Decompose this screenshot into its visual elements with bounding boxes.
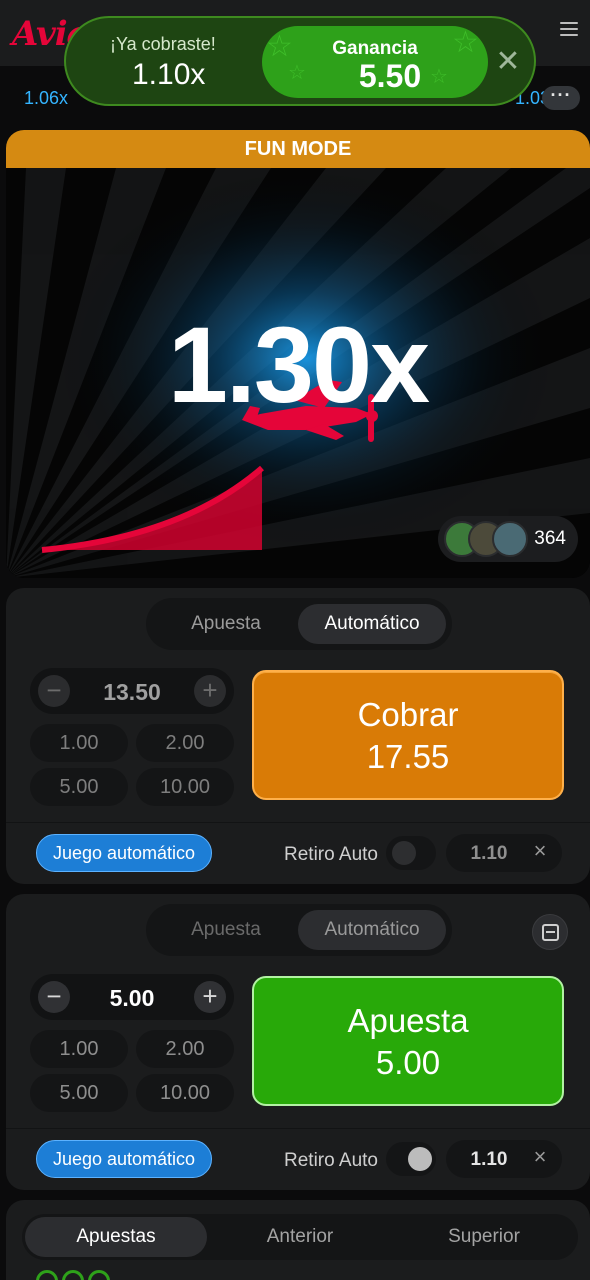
auto-cashout-value[interactable]: 1.10: [446, 843, 532, 865]
quick-amount-button[interactable]: 5.00: [30, 768, 128, 806]
divider: [6, 822, 590, 823]
clear-icon[interactable]: ×: [528, 1145, 552, 1169]
auto-cashout-field[interactable]: 1.10 ×: [446, 834, 562, 872]
hamburger-menu-icon[interactable]: [560, 22, 578, 38]
toast-win-value: 5.50: [358, 58, 422, 94]
bet-mode-tabs: Apuesta Automático: [146, 904, 452, 956]
bet-mode-tabs: Apuesta Automático: [146, 598, 452, 650]
bet-amount-stepper: − 13.50 +: [30, 668, 234, 714]
fun-mode-banner: FUN MODE: [6, 130, 590, 168]
list-preview: [36, 1270, 116, 1280]
clear-icon[interactable]: ×: [528, 839, 552, 863]
cashout-toast: ¡Ya cobraste! 1.10x ☆ ☆ ☆ ☆ Ganancia 5.5…: [64, 16, 536, 106]
history-item: 1.06x: [24, 88, 69, 108]
quick-amount-button[interactable]: 5.00: [30, 1074, 128, 1112]
bets-tabs: Apuestas Anterior Superior: [22, 1214, 578, 1260]
close-icon[interactable]: ✕: [494, 47, 522, 77]
auto-cashout-field[interactable]: 1.10 ×: [446, 1140, 562, 1178]
quick-amount-button[interactable]: 2.00: [136, 1030, 234, 1068]
auto-cashout-toggle[interactable]: [386, 1142, 436, 1176]
toast-win-badge: ☆ ☆ ☆ ☆ Ganancia 5.50: [262, 26, 488, 98]
auto-cashout-value[interactable]: 1.10: [446, 1149, 532, 1171]
current-multiplier: 1.30x: [167, 304, 430, 425]
remove-panel-button[interactable]: [532, 914, 568, 950]
increase-button[interactable]: +: [194, 981, 226, 1013]
auto-play-button[interactable]: Juego automático: [36, 834, 212, 872]
tab-apuestas[interactable]: Apuestas: [25, 1217, 207, 1257]
cashout-amount: 17.55: [366, 738, 450, 775]
tab-superior[interactable]: Superior: [393, 1217, 575, 1257]
players-count: 364: [534, 528, 566, 549]
divider: [6, 1128, 590, 1129]
toggle-knob: [408, 1147, 432, 1171]
auto-cashout-label: Retiro Auto: [284, 1150, 378, 1171]
toast-label: ¡Ya cobraste!: [110, 34, 216, 54]
quick-amount-button[interactable]: 1.00: [30, 724, 128, 762]
quick-amount-button[interactable]: 2.00: [136, 724, 234, 762]
players-indicator[interactable]: 364: [438, 516, 578, 562]
bets-section: Apuestas Anterior Superior: [6, 1200, 590, 1280]
minus-square-icon: [542, 924, 559, 941]
tab-anterior[interactable]: Anterior: [209, 1217, 391, 1257]
place-bet-button[interactable]: Apuesta 5.00: [252, 976, 564, 1106]
toast-win-label: Ganancia: [332, 38, 418, 59]
cashout-button[interactable]: Cobrar 17.55: [252, 670, 564, 800]
bet-amount-stepper: − 5.00 +: [30, 974, 234, 1020]
bet-panel-1: Apuesta Automático − 13.50 + 1.00 2.00 5…: [6, 588, 590, 884]
avatar: [492, 521, 528, 557]
cashout-label: Cobrar: [357, 696, 459, 733]
tab-automatico[interactable]: Automático: [298, 910, 446, 950]
quick-amount-button[interactable]: 10.00: [136, 768, 234, 806]
auto-play-button[interactable]: Juego automático: [36, 1140, 212, 1178]
game-area: FUN MODE 1.30x 364: [6, 130, 590, 578]
increase-button[interactable]: +: [194, 675, 226, 707]
auto-cashout-label: Retiro Auto: [284, 844, 378, 865]
tab-apuesta[interactable]: Apuesta: [152, 604, 300, 644]
bet-amount: 5.00: [375, 1044, 441, 1081]
toggle-knob: [392, 841, 416, 865]
toast-multiplier: 1.10x: [132, 58, 206, 91]
quick-amount-button[interactable]: 10.00: [136, 1074, 234, 1112]
tab-apuesta[interactable]: Apuesta: [152, 910, 300, 950]
quick-amount-button[interactable]: 1.00: [30, 1030, 128, 1068]
history-more-button[interactable]: ···: [542, 86, 580, 110]
auto-cashout-toggle[interactable]: [386, 836, 436, 870]
tab-automatico[interactable]: Automático: [298, 604, 446, 644]
bet-label: Apuesta: [347, 1002, 469, 1039]
bet-panel-2: Apuesta Automático − 5.00 + 1.00 2.00 5.…: [6, 894, 590, 1190]
